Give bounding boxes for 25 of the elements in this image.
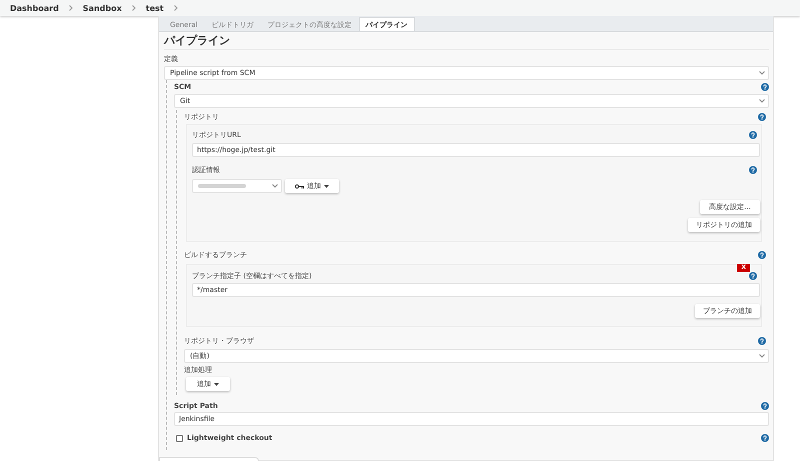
help-icon[interactable] [749,166,757,174]
caret-icon [324,184,329,188]
chevron-down-icon [759,71,765,75]
chevron-right-icon [68,5,73,11]
chevron-right-icon [174,5,178,11]
section-title: パイプライン [164,32,769,50]
help-icon[interactable] [761,434,769,442]
help-icon[interactable] [749,272,757,280]
help-icon[interactable] [749,131,757,139]
breadcrumb-link[interactable]: Dashboard [10,4,59,12]
help-icon[interactable] [761,402,769,410]
help-icon[interactable] [758,113,766,121]
help-icon[interactable] [758,251,766,259]
chevron-right-icon [132,5,136,11]
chevron-down-icon [272,184,278,188]
help-icon[interactable] [761,83,769,91]
breadcrumb-link[interactable]: Sandbox [82,4,122,12]
redacted-value [198,184,246,188]
chevron-down-icon [759,354,765,358]
checkbox[interactable] [176,434,183,442]
key-icon [295,184,304,188]
chevron-down-icon [759,99,765,103]
help-icon[interactable] [758,337,766,345]
breadcrumb-link[interactable]: test [146,4,164,12]
caret-icon [214,382,219,386]
